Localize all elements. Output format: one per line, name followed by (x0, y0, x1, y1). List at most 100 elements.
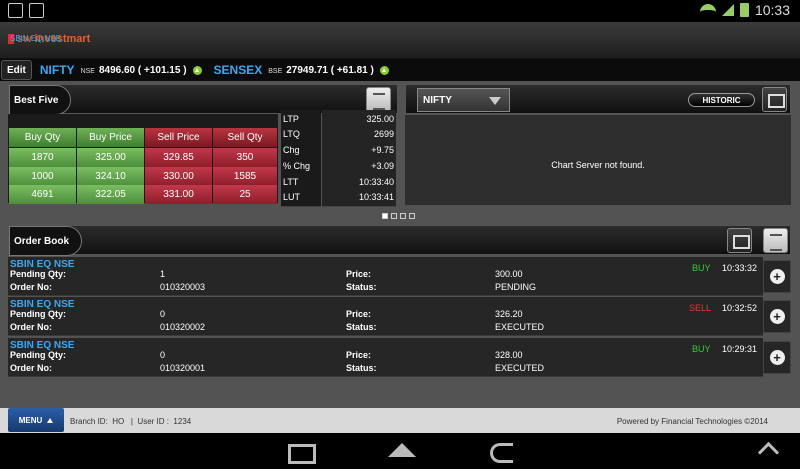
recent-apps-icon[interactable] (285, 439, 316, 464)
table-cell: 324.10 (77, 167, 144, 186)
pending-qty-label: Pending Qty: (10, 350, 66, 360)
order-side-badge: BUY (692, 344, 711, 354)
page-dot[interactable] (382, 213, 388, 219)
order-no-value: 010320002 (160, 322, 206, 332)
page-dot[interactable] (391, 213, 397, 219)
ticker-sensex-name[interactable]: SENSEX (214, 63, 263, 77)
status-right: 10:33 (699, 2, 790, 18)
buy-price-header: Buy Price (77, 128, 144, 147)
price-label: Price: (346, 350, 372, 360)
image-notification-icon (29, 3, 44, 18)
order-side-badge: BUY (692, 263, 711, 273)
order-book-title: Order Book (9, 226, 83, 256)
home-icon[interactable] (385, 439, 416, 463)
table-cell: 322.05 (77, 185, 144, 204)
chevron-up-icon[interactable] (755, 439, 785, 463)
wifi-icon (699, 4, 716, 16)
price-value: 300.00 (495, 269, 523, 279)
chevron-down-icon (489, 97, 501, 105)
order-time: 10:29:31 (722, 344, 758, 354)
maximize-icon[interactable] (762, 87, 787, 112)
edit-button[interactable]: Edit (1, 60, 32, 80)
add-order-button[interactable]: + (763, 341, 791, 374)
index-select[interactable]: NIFTY (417, 88, 510, 112)
chart-area[interactable]: Chart Server not found. (405, 115, 791, 205)
up-arrow-icon (192, 65, 202, 75)
page-indicator (382, 213, 415, 219)
sell-qty-header: Sell Qty (213, 128, 277, 147)
pending-qty-value: 0 (160, 309, 166, 319)
table-cell: 330.00 (145, 167, 212, 186)
chevron-up-icon (47, 417, 54, 423)
table-cell: 1000 (9, 167, 76, 186)
stat-label-lut: LUT (281, 188, 321, 207)
ticker-nifty-name[interactable]: NIFTY (40, 63, 75, 77)
pending-qty-label: Pending Qty: (10, 269, 66, 279)
plus-icon: + (769, 350, 785, 365)
status-label: Status: (346, 282, 377, 292)
table-cell: 350 (213, 148, 277, 167)
document-icon[interactable] (366, 87, 391, 112)
branch-user-info: Branch ID: HO | User ID : 1234 (70, 417, 192, 426)
app-header: sw investmart (0, 22, 800, 59)
best-five-symbol: SBIN EQ NSE (10, 34, 62, 43)
historic-button[interactable]: HISTORIC (688, 93, 755, 107)
table-cell: 331.00 (145, 185, 212, 204)
table-cell: 25 (213, 185, 277, 204)
price-label: Price: (346, 269, 372, 279)
order-row[interactable]: SBIN EQ NSE Pending Qty: Order No: 1 010… (8, 257, 763, 296)
price-label: Price: (346, 309, 372, 319)
sell-price-header: Sell Price (145, 128, 212, 147)
table-cell: 4691 (9, 185, 76, 204)
table-cell: 325.00 (77, 148, 144, 167)
order-no-label: Order No: (10, 363, 53, 373)
signal-icon (721, 4, 734, 16)
page-dot[interactable] (409, 213, 415, 219)
stat-value-lut: 10:33:41 (322, 188, 396, 207)
powered-by-text: Powered by Financial Technologies ©2014 (616, 417, 768, 426)
status-value: EXECUTED (495, 322, 545, 332)
menu-label: MENU (18, 415, 43, 425)
plus-icon: + (769, 309, 785, 324)
order-no-value: 010320001 (160, 363, 206, 373)
table-cell: 1870 (9, 148, 76, 167)
price-value: 326.20 (495, 309, 523, 319)
chart-message: Chart Server not found. (551, 160, 645, 170)
status-label: Status: (346, 363, 377, 373)
buy-qty-header: Buy Qty (9, 128, 76, 147)
index-ticker: Edit NIFTY NSE 8496.60 ( +101.15 ) SENSE… (0, 59, 800, 81)
battery-icon (739, 3, 749, 17)
order-row[interactable]: SBIN EQ NSE Pending Qty: Order No: 0 010… (8, 297, 763, 336)
clock: 10:33 (754, 2, 790, 18)
system-nav-bar (0, 433, 800, 469)
menu-button[interactable]: MENU (8, 408, 64, 432)
order-no-label: Order No: (10, 282, 53, 292)
pending-qty-value: 1 (160, 269, 166, 279)
footer-bar: MENU Branch ID: HO | User ID : 1234 Powe… (0, 408, 800, 433)
index-select-value: NIFTY (423, 94, 452, 106)
ticker-nifty-value: 8496.60 ( +101.15 ) (98, 64, 187, 76)
order-no-value: 010320003 (160, 282, 206, 292)
pending-qty-value: 0 (160, 350, 166, 360)
ticker-sensex-value: 27949.71 ( +61.81 ) (286, 64, 374, 76)
order-book-header: Order Book (8, 225, 791, 256)
status-value: EXECUTED (495, 363, 545, 373)
pending-qty-label: Pending Qty: (10, 309, 66, 319)
document-icon[interactable] (763, 228, 788, 253)
order-time: 10:33:32 (722, 263, 758, 273)
order-time: 10:32:52 (722, 303, 758, 313)
order-row[interactable]: SBIN EQ NSE Pending Qty: Order No: 0 010… (8, 338, 763, 377)
table-cell: 1585 (213, 167, 277, 186)
notification-icons (8, 3, 44, 18)
add-order-button[interactable]: + (763, 260, 791, 293)
status-value: PENDING (495, 282, 537, 292)
table-cell: 329.85 (145, 148, 212, 167)
add-order-button[interactable]: + (763, 300, 791, 333)
back-icon[interactable] (487, 439, 517, 463)
best-five-title: Best Five (9, 85, 72, 115)
maximize-icon[interactable] (727, 228, 752, 253)
order-no-label: Order No: (10, 322, 53, 332)
price-value: 328.00 (495, 350, 523, 360)
status-label: Status: (346, 322, 377, 332)
page-dot[interactable] (400, 213, 406, 219)
